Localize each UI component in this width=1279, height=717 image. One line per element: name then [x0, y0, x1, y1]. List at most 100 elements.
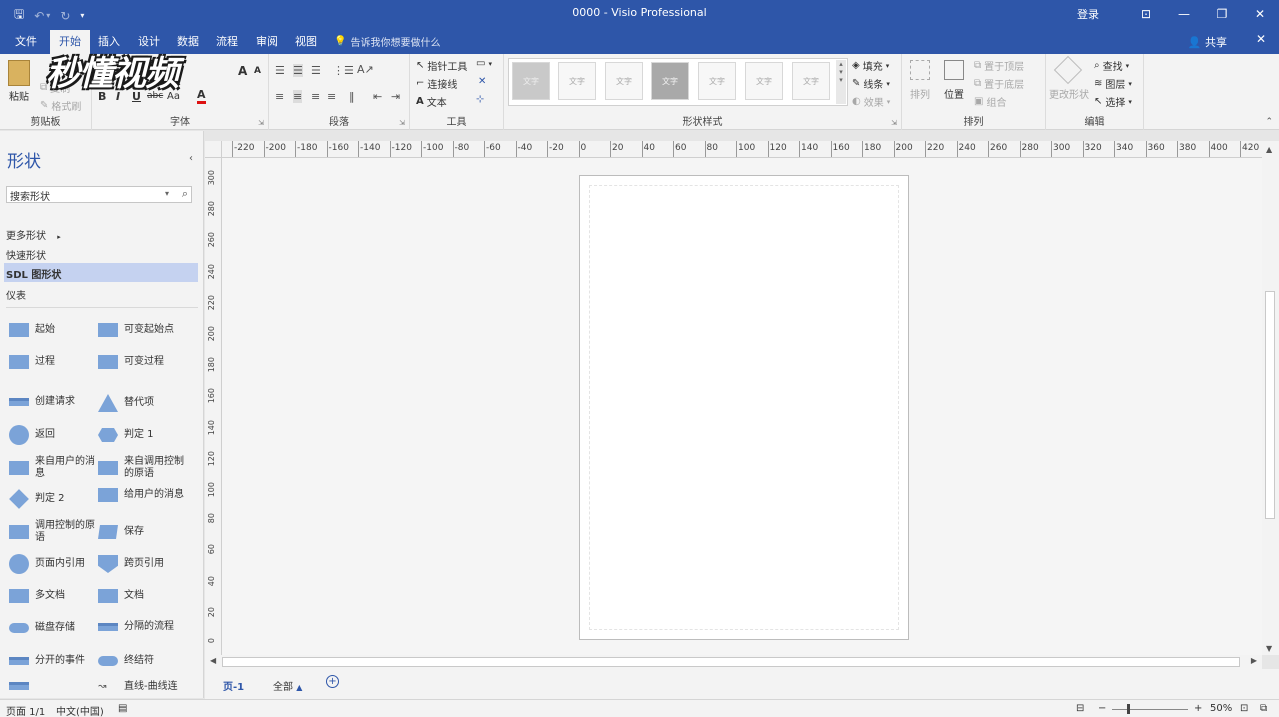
shape-document[interactable]: 文档 — [98, 589, 144, 603]
drawing-canvas[interactable] — [222, 158, 1262, 655]
justify-icon[interactable]: ≡ — [327, 90, 336, 103]
zoom-slider-thumb[interactable] — [1127, 704, 1131, 714]
paragraph-dialog-launcher-icon[interactable]: ⇲ — [399, 119, 405, 127]
align-middle-icon[interactable]: ☰ — [293, 64, 303, 77]
shape-off-page-reference[interactable]: 跨页引用 — [98, 555, 164, 573]
page-indicator[interactable]: 页面 1/1 — [6, 703, 45, 717]
shape-return[interactable]: 返回 — [9, 425, 55, 445]
shape-variable-process[interactable]: 可变过程 — [98, 355, 164, 369]
align-left-icon[interactable]: ≡ — [275, 90, 284, 103]
stencil-quick-shapes[interactable]: 快速形状 — [6, 247, 46, 262]
delete-icon[interactable]: ✕ — [478, 76, 486, 87]
shape-alternative[interactable]: 替代项 — [98, 394, 154, 412]
style-swatch-2[interactable]: 文字 — [558, 62, 596, 100]
style-swatch-4[interactable]: 文字 — [651, 62, 689, 100]
share-button[interactable]: 👤 共享 — [1188, 34, 1227, 50]
search-dropdown-icon[interactable]: ▾ — [165, 189, 169, 198]
rectangle-tool-button[interactable]: ▭ ▾ — [476, 58, 492, 69]
align-right-icon[interactable]: ≡ — [311, 90, 320, 103]
page-tab-1[interactable]: 页-1 — [223, 678, 244, 693]
layers-button[interactable]: ≋ 图层 ▾ — [1094, 76, 1132, 91]
scroll-up-icon[interactable]: ▲ — [1266, 145, 1272, 154]
arrange-button[interactable]: 排列 — [910, 86, 930, 101]
horizontal-scroll-thumb[interactable] — [222, 657, 1240, 667]
column-icon[interactable]: ‖ — [349, 90, 355, 103]
pointer-tool-button[interactable]: ↖ 指针工具 — [416, 58, 467, 73]
position-button[interactable]: 位置 — [944, 86, 964, 101]
text-direction-icon[interactable]: A↗ — [357, 63, 374, 76]
maximize-icon[interactable]: ❐ — [1203, 7, 1241, 21]
shape-divided-process[interactable]: 分隔的流程 — [98, 621, 174, 633]
connection-point-icon[interactable]: ⊹ — [476, 94, 484, 105]
grow-font-button[interactable]: A — [238, 64, 247, 78]
tab-review[interactable]: 审阅 — [256, 33, 278, 49]
add-page-icon[interactable]: + — [326, 675, 339, 688]
bullets-icon[interactable]: ⋮☰ — [333, 64, 354, 77]
scroll-left-icon[interactable]: ◀ — [210, 656, 216, 665]
stencil-sdl[interactable]: SDL 图形状 — [4, 263, 198, 282]
connector-button[interactable]: ⌐ 连接线 — [416, 76, 457, 91]
shape-message-to-user[interactable]: 给用户的消息 — [98, 488, 184, 502]
horizontal-scrollbar[interactable]: ◀ ▶ — [205, 655, 1262, 669]
style-swatch-3[interactable]: 文字 — [605, 62, 643, 100]
zoom-slider[interactable] — [1112, 709, 1188, 710]
shape-message-from-user[interactable]: 来自用户的消息 — [9, 456, 95, 480]
style-swatch-5[interactable]: 文字 — [698, 62, 736, 100]
close-icon[interactable]: ✕ — [1241, 7, 1279, 21]
shape-variable-start[interactable]: 可变起始点 — [98, 323, 174, 337]
stencil-gauges[interactable]: 仪表 — [6, 287, 26, 302]
shape-primitive-to-call-control[interactable]: 调用控制的原语 — [9, 520, 95, 544]
scroll-down-icon[interactable]: ▼ — [1266, 644, 1272, 653]
send-to-back-button[interactable]: ⧉ 置于底层 — [974, 76, 1024, 91]
format-painter-button[interactable]: ✎ 格式刷 — [40, 98, 81, 113]
presentation-mode-icon[interactable]: ⊟ — [1076, 703, 1084, 714]
login-link[interactable]: 登录 — [1077, 6, 1099, 22]
collapse-ribbon-icon[interactable]: ⌃ — [1265, 117, 1273, 127]
style-swatch-1[interactable]: 文字 — [512, 62, 550, 100]
decrease-indent-icon[interactable]: ⇤ — [373, 90, 382, 103]
fit-page-icon[interactable]: ⊡ — [1240, 703, 1248, 714]
zoom-level[interactable]: 50% — [1210, 703, 1232, 714]
shape-line-curve-connector[interactable]: ↝ 直线-曲线连 — [98, 681, 178, 693]
align-bottom-icon[interactable]: ☰ — [311, 64, 321, 77]
increase-indent-icon[interactable]: ⇥ — [391, 90, 400, 103]
shape-process[interactable]: 过程 — [9, 355, 55, 369]
drawing-page[interactable] — [579, 175, 909, 640]
change-shape-icon[interactable] — [1053, 55, 1083, 85]
line-button[interactable]: ✎ 线条 ▾ — [852, 76, 890, 91]
font-color-button[interactable]: A — [197, 88, 206, 104]
effect-button[interactable]: ◐ 效果 ▾ — [852, 94, 890, 109]
shape-partial[interactable] — [9, 682, 35, 690]
all-pages-button[interactable]: 全部 ▲ — [273, 678, 302, 693]
text-tool-button[interactable]: A 文本 — [416, 94, 447, 109]
zoom-out-button[interactable]: − — [1098, 703, 1106, 714]
arrange-icon[interactable] — [910, 60, 930, 80]
collapse-pane-icon[interactable]: ‹ — [189, 153, 193, 164]
shape-decision-2[interactable]: 判定 2 — [9, 489, 65, 509]
shape-primitive-from-call-control[interactable]: 来自调用控制的原语 — [98, 456, 184, 480]
gallery-scroll[interactable]: ▴ ▾ ▾ — [836, 60, 846, 104]
paste-button[interactable]: 粘贴 — [9, 88, 29, 103]
tab-process[interactable]: 流程 — [216, 33, 238, 49]
change-shape-button[interactable]: 更改形状 — [1049, 86, 1089, 101]
shape-terminator[interactable]: 终结符 — [98, 655, 154, 667]
ribbon-collapse-icon[interactable]: ✕ — [1256, 32, 1266, 46]
shape-decision-1[interactable]: 判定 1 — [98, 428, 154, 442]
scroll-right-icon[interactable]: ▶ — [1251, 656, 1257, 665]
switch-windows-icon[interactable]: ⧉ — [1260, 703, 1267, 714]
shape-separate-event[interactable]: 分开的事件 — [9, 655, 85, 667]
shape-create-request[interactable]: 创建请求 — [9, 396, 75, 408]
tab-file[interactable]: 文件 — [15, 33, 37, 49]
position-icon[interactable] — [944, 60, 964, 80]
stencil-more-shapes[interactable]: 更多形状 ▸ — [6, 227, 61, 242]
tell-me-box[interactable]: 💡 告诉我你想要做什么 — [334, 34, 440, 49]
vertical-scroll-thumb[interactable] — [1265, 291, 1275, 519]
language-indicator[interactable]: 中文(中国) — [56, 703, 104, 717]
select-button[interactable]: ↖ 选择 ▾ — [1094, 94, 1132, 109]
bring-to-front-button[interactable]: ⧉ 置于顶层 — [974, 58, 1024, 73]
shape-styles-dialog-launcher-icon[interactable]: ⇲ — [891, 119, 897, 127]
tab-data[interactable]: 数据 — [177, 33, 199, 49]
shrink-font-button[interactable]: A — [254, 66, 261, 76]
font-dialog-launcher-icon[interactable]: ⇲ — [258, 119, 264, 127]
zoom-in-button[interactable]: + — [1194, 703, 1202, 714]
